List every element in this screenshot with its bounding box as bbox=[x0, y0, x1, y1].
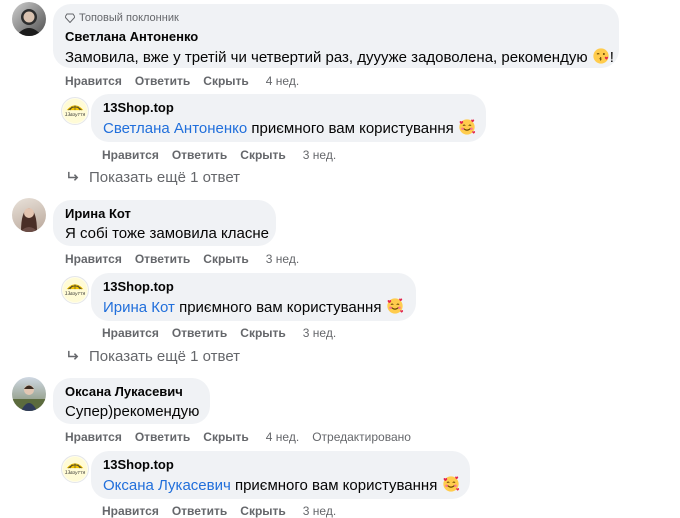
reply-button[interactable]: Ответить bbox=[135, 430, 190, 444]
top-fan-badge[interactable]: Топовый поклонник bbox=[65, 11, 607, 25]
like-button[interactable]: Нравится bbox=[102, 148, 159, 162]
reply-timestamp[interactable]: 3 нед. bbox=[303, 148, 336, 162]
badge-label: Топовый поклонник bbox=[79, 12, 179, 24]
comment-timestamp[interactable]: 4 нед. bbox=[266, 430, 299, 444]
reply-author[interactable]: 13Shop.top bbox=[103, 279, 404, 295]
like-button[interactable]: Нравится bbox=[102, 326, 159, 340]
comment-timestamp[interactable]: 3 нед. bbox=[266, 252, 299, 266]
show-more-label: Показать ещё 1 ответ bbox=[89, 348, 241, 365]
show-more-replies[interactable]: Показать ещё 1 ответ bbox=[66, 169, 240, 186]
reply-bubble: 13Shop.top Ирина Кот приємного вам корис… bbox=[91, 273, 416, 321]
shop-logo-icon bbox=[62, 277, 88, 303]
reply-text: Светлана Антоненко приємного вам користу… bbox=[103, 118, 474, 139]
reply-actions: Нравится Ответить Скрыть 3 нед. bbox=[102, 326, 336, 340]
reply-bubble: 13Shop.top Оксана Лукасевич приємного ва… bbox=[91, 451, 470, 499]
diamond-icon bbox=[65, 13, 75, 23]
comment-bubble: Ирина Кот Я собі тоже замовила класне bbox=[53, 200, 276, 246]
hide-button[interactable]: Скрыть bbox=[240, 504, 286, 518]
reply-arrow-icon bbox=[66, 349, 81, 364]
comment-suffix: ! bbox=[609, 49, 614, 66]
comment-actions: Нравится Ответить Скрыть 4 нед. Отредакт… bbox=[65, 430, 411, 444]
hide-button[interactable]: Скрыть bbox=[203, 74, 249, 88]
reply-button[interactable]: Ответить bbox=[135, 252, 190, 266]
mention-link[interactable]: Светлана Антоненко bbox=[103, 120, 247, 137]
reply-text: Оксана Лукасевич приємного вам користува… bbox=[103, 475, 458, 496]
show-more-replies[interactable]: Показать ещё 1 ответ bbox=[66, 348, 240, 365]
comment-body: Замовила, вже у третій чи четвертий раз,… bbox=[65, 49, 588, 66]
avatar[interactable] bbox=[12, 2, 46, 36]
smiling-face-with-hearts-emoji bbox=[442, 475, 460, 493]
avatar[interactable] bbox=[12, 377, 46, 411]
reply-button[interactable]: Ответить bbox=[172, 504, 227, 518]
reply-timestamp[interactable]: 3 нед. bbox=[303, 326, 336, 340]
hide-button[interactable]: Скрыть bbox=[240, 148, 286, 162]
comment-author[interactable]: Ирина Кот bbox=[65, 206, 264, 222]
comment-bubble: Топовый поклонник Светлана Антоненко Зам… bbox=[53, 4, 619, 68]
shop-logo-icon bbox=[62, 456, 88, 482]
comment-text: Я собі тоже замовила класне bbox=[65, 225, 269, 242]
mention-link[interactable]: Оксана Лукасевич bbox=[103, 477, 231, 494]
comment-bubble: Оксана Лукасевич Супер)рекомендую bbox=[53, 378, 210, 424]
like-button[interactable]: Нравится bbox=[65, 252, 122, 266]
reply-actions: Нравится Ответить Скрыть 3 нед. bbox=[102, 504, 336, 518]
comment-timestamp[interactable]: 4 нед. bbox=[266, 74, 299, 88]
reply-button[interactable]: Ответить bbox=[172, 326, 227, 340]
reply-body: приємного вам користування bbox=[247, 120, 454, 137]
reply-author[interactable]: 13Shop.top bbox=[103, 457, 458, 473]
comment-text: Супер)рекомендую bbox=[65, 403, 200, 420]
reply-author[interactable]: 13Shop.top bbox=[103, 100, 474, 116]
reply-text: Ирина Кот приємного вам користування bbox=[103, 297, 404, 318]
reply-button[interactable]: Ответить bbox=[172, 148, 227, 162]
comment-actions: Нравится Ответить Скрыть 4 нед. bbox=[65, 74, 299, 88]
reply-body: приємного вам користування bbox=[174, 299, 382, 316]
comment-actions: Нравится Ответить Скрыть 3 нед. bbox=[65, 252, 299, 266]
reply-body: приємного вам користування bbox=[230, 477, 438, 494]
edited-label[interactable]: Отредактировано bbox=[312, 430, 411, 444]
shop-avatar[interactable] bbox=[61, 97, 89, 125]
shop-avatar[interactable] bbox=[61, 276, 89, 304]
hide-button[interactable]: Скрыть bbox=[240, 326, 286, 340]
show-more-label: Показать ещё 1 ответ bbox=[89, 169, 241, 186]
hide-button[interactable]: Скрыть bbox=[203, 430, 249, 444]
reply-button[interactable]: Ответить bbox=[135, 74, 190, 88]
hide-button[interactable]: Скрыть bbox=[203, 252, 249, 266]
like-button[interactable]: Нравится bbox=[65, 74, 122, 88]
reply-arrow-icon bbox=[66, 170, 81, 185]
smiling-face-with-hearts-emoji bbox=[458, 118, 476, 136]
kissing-face-emoji bbox=[592, 47, 610, 65]
smiling-face-with-hearts-emoji bbox=[386, 297, 404, 315]
shop-avatar[interactable] bbox=[61, 455, 89, 483]
shop-logo-icon bbox=[62, 98, 88, 124]
reply-actions: Нравится Ответить Скрыть 3 нед. bbox=[102, 148, 336, 162]
mention-link[interactable]: Ирина Кот bbox=[103, 299, 175, 316]
comment-author[interactable]: Оксана Лукасевич bbox=[65, 384, 198, 400]
avatar[interactable] bbox=[12, 198, 46, 232]
comment-text: Замовила, вже у третій чи четвертий раз,… bbox=[65, 47, 614, 68]
like-button[interactable]: Нравится bbox=[65, 430, 122, 444]
reply-timestamp[interactable]: 3 нед. bbox=[303, 504, 336, 518]
comment-author[interactable]: Светлана Антоненко bbox=[65, 29, 607, 45]
reply-bubble: 13Shop.top Светлана Антоненко приємного … bbox=[91, 94, 486, 142]
like-button[interactable]: Нравится bbox=[102, 504, 159, 518]
